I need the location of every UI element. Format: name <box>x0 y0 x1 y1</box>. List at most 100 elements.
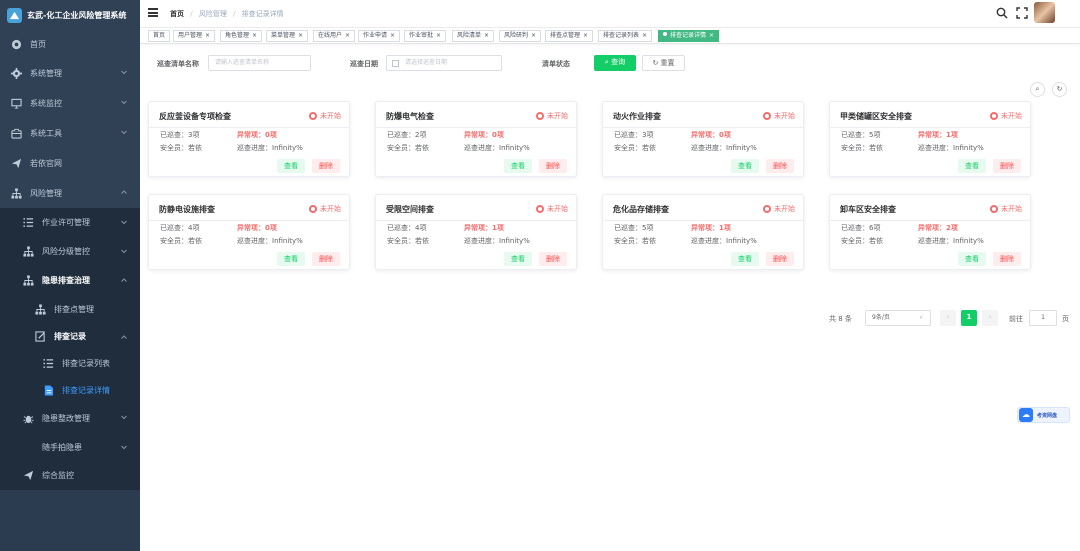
safety-officer: 安全员：若依 <box>387 236 429 246</box>
toggle-search-icon[interactable]: ⌕ <box>1030 82 1045 97</box>
tab-record-list[interactable]: 排查记录列表 × <box>598 30 653 42</box>
reset-button[interactable]: ↻ 重置 <box>642 55 685 71</box>
status-badge: 未开始 <box>309 111 341 121</box>
sidebar-item-home[interactable]: 首页 <box>0 30 140 58</box>
view-button[interactable]: 查看 <box>731 159 759 173</box>
view-button[interactable]: 查看 <box>958 159 986 173</box>
sidebar-item-record-list[interactable]: 排查记录列表 <box>0 350 140 377</box>
sidebar-item-hazard[interactable]: 隐患排查治理 <box>0 266 140 295</box>
delete-button[interactable]: 删除 <box>766 159 794 173</box>
breadcrumb-risk[interactable]: 风险管理 <box>199 10 227 18</box>
close-icon[interactable]: × <box>642 32 647 39</box>
tab-risk-judge[interactable]: 风险研判 × <box>499 30 542 42</box>
status-dot-icon <box>990 205 998 213</box>
sidebar-item-check-point[interactable]: 排查点管理 <box>0 295 140 323</box>
tab-home[interactable]: 首页 <box>148 30 171 42</box>
inspection-card: 反应釜设备专项检查 未开始 已巡查：3项 异常项：0项 安全员：若依 巡查进度：Infin… <box>148 101 350 177</box>
sidebar-menu: 首页 系统管理 系统监控 系统工具 若依官网风险管理作业许可管理 风险分级管控 隐患排查治理… <box>0 30 140 490</box>
sidebar-item-record-detail[interactable]: 排查记录详情 <box>0 377 140 403</box>
delete-button[interactable]: 删除 <box>312 252 340 266</box>
sidebar-item-check-record[interactable]: 排查记录 <box>0 323 140 350</box>
delete-button[interactable]: 删除 <box>539 159 567 173</box>
view-button[interactable]: 查看 <box>731 252 759 266</box>
close-icon[interactable]: × <box>298 32 303 39</box>
checked-count: 已巡查：3项 <box>160 130 199 140</box>
goto-input[interactable]: 1 <box>1029 310 1057 326</box>
safety-officer: 安全员：若依 <box>387 143 429 153</box>
inspection-card: 防爆电气检查 未开始 已巡查：2项 异常项：0项 安全员：若依 巡查进度：Infinity… <box>375 101 577 177</box>
tab-role[interactable]: 角色管理 × <box>220 30 263 42</box>
tab-risk-list[interactable]: 风险清单 × <box>452 30 495 42</box>
close-icon[interactable]: × <box>583 32 588 39</box>
checked-value: 4项 <box>415 224 427 232</box>
sidebar-item-permit[interactable]: 作业许可管理 <box>0 208 140 237</box>
sidebar-item-label: 风险管理 <box>30 188 62 198</box>
send-icon <box>22 470 34 482</box>
inspection-card: 受限空间排查 未开始 已巡查：4项 异常项：1项 安全员：若依 巡查进度：Infinity… <box>375 194 577 270</box>
app-logo[interactable]: 玄武-化工企业风险管理系统 <box>0 0 140 30</box>
name-input[interactable]: 请输入巡查清单名称 <box>208 55 311 71</box>
page-number-button[interactable]: 1 <box>961 310 977 326</box>
date-input[interactable]: 请选择巡查日期 <box>386 55 502 71</box>
sidebar-item-risk[interactable]: 风险管理 <box>0 178 140 208</box>
query-button[interactable]: ⌕ 查询 <box>594 55 636 71</box>
sidebar-item-monitor[interactable]: 系统监控 <box>0 88 140 118</box>
close-icon[interactable]: × <box>345 32 350 39</box>
breadcrumb-home[interactable]: 首页 <box>170 10 184 18</box>
next-page-button[interactable]: › <box>982 310 998 326</box>
view-button[interactable]: 查看 <box>958 252 986 266</box>
checked-label: 已巡查： <box>614 131 642 139</box>
tree-icon <box>10 187 22 199</box>
sidebar-item-website[interactable]: 若依官网 <box>0 148 140 178</box>
delete-button[interactable]: 删除 <box>766 252 794 266</box>
tab-job-apply[interactable]: 作业申请 × <box>358 30 401 42</box>
refresh-icon[interactable]: ↻ <box>1052 82 1067 97</box>
view-button[interactable]: 查看 <box>504 159 532 173</box>
close-icon[interactable]: × <box>709 32 714 39</box>
tab-record-detail[interactable]: 排查记录详情 × <box>658 30 720 42</box>
view-button[interactable]: 查看 <box>504 252 532 266</box>
sidebar-item-tools[interactable]: 系统工具 <box>0 118 140 148</box>
close-icon[interactable]: × <box>205 32 210 39</box>
name-label: 巡查清单名称 <box>157 60 199 68</box>
view-button[interactable]: 查看 <box>277 252 305 266</box>
close-icon[interactable]: × <box>252 32 257 39</box>
close-icon[interactable]: × <box>436 32 441 39</box>
avatar[interactable] <box>1034 2 1055 23</box>
fullscreen-icon[interactable] <box>1016 7 1028 19</box>
delete-button[interactable]: 删除 <box>993 252 1021 266</box>
sidebar-item-label: 排查点管理 <box>54 304 94 314</box>
tab-user[interactable]: 用户管理 × <box>173 30 216 42</box>
safety-officer: 安全员：若依 <box>160 143 202 153</box>
status-label: 清单状态 <box>542 60 570 68</box>
tab-check-point[interactable]: 排查点管理 × <box>545 30 594 42</box>
tab-job-approve[interactable]: 作业审批 × <box>404 30 447 42</box>
sidebar-item-system[interactable]: 系统管理 <box>0 58 140 88</box>
cloud-widget[interactable]: ☁ 考资网盘 <box>1017 407 1070 423</box>
hamburger-icon[interactable] <box>148 8 158 17</box>
delete-button[interactable]: 删除 <box>539 252 567 266</box>
progress-label: 巡查进度： <box>237 237 272 245</box>
search-icon[interactable] <box>996 7 1008 19</box>
sidebar-item-rectify[interactable]: 隐患整改管理 <box>0 403 140 433</box>
checked-value: 3项 <box>188 131 200 139</box>
abnormal-count: 异常项：1项 <box>691 223 731 233</box>
close-icon[interactable]: × <box>390 32 395 39</box>
delete-button[interactable]: 删除 <box>993 159 1021 173</box>
tab-menu[interactable]: 菜单管理 × <box>266 30 309 42</box>
card-title: 甲类储罐区安全排查 <box>840 112 912 121</box>
progress-label: 巡查进度： <box>691 237 726 245</box>
sidebar-item-risk-level[interactable]: 风险分级管控 <box>0 237 140 266</box>
status-text: 未开始 <box>320 205 341 213</box>
delete-button[interactable]: 删除 <box>312 159 340 173</box>
sidebar-item-overview[interactable]: 综合监控 <box>0 461 140 490</box>
close-icon[interactable]: × <box>484 32 489 39</box>
prev-page-button[interactable]: ‹ <box>940 310 956 326</box>
safety-value: 若依 <box>188 144 202 152</box>
sidebar-item-photo[interactable]: 随手拍隐患 <box>0 433 140 461</box>
tab-online[interactable]: 在线用户 × <box>313 30 356 42</box>
view-button[interactable]: 查看 <box>277 159 305 173</box>
cloud-icon: ☁ <box>1019 408 1033 422</box>
close-icon[interactable]: × <box>531 32 536 39</box>
abnormal-count: 异常项：0项 <box>237 223 277 233</box>
